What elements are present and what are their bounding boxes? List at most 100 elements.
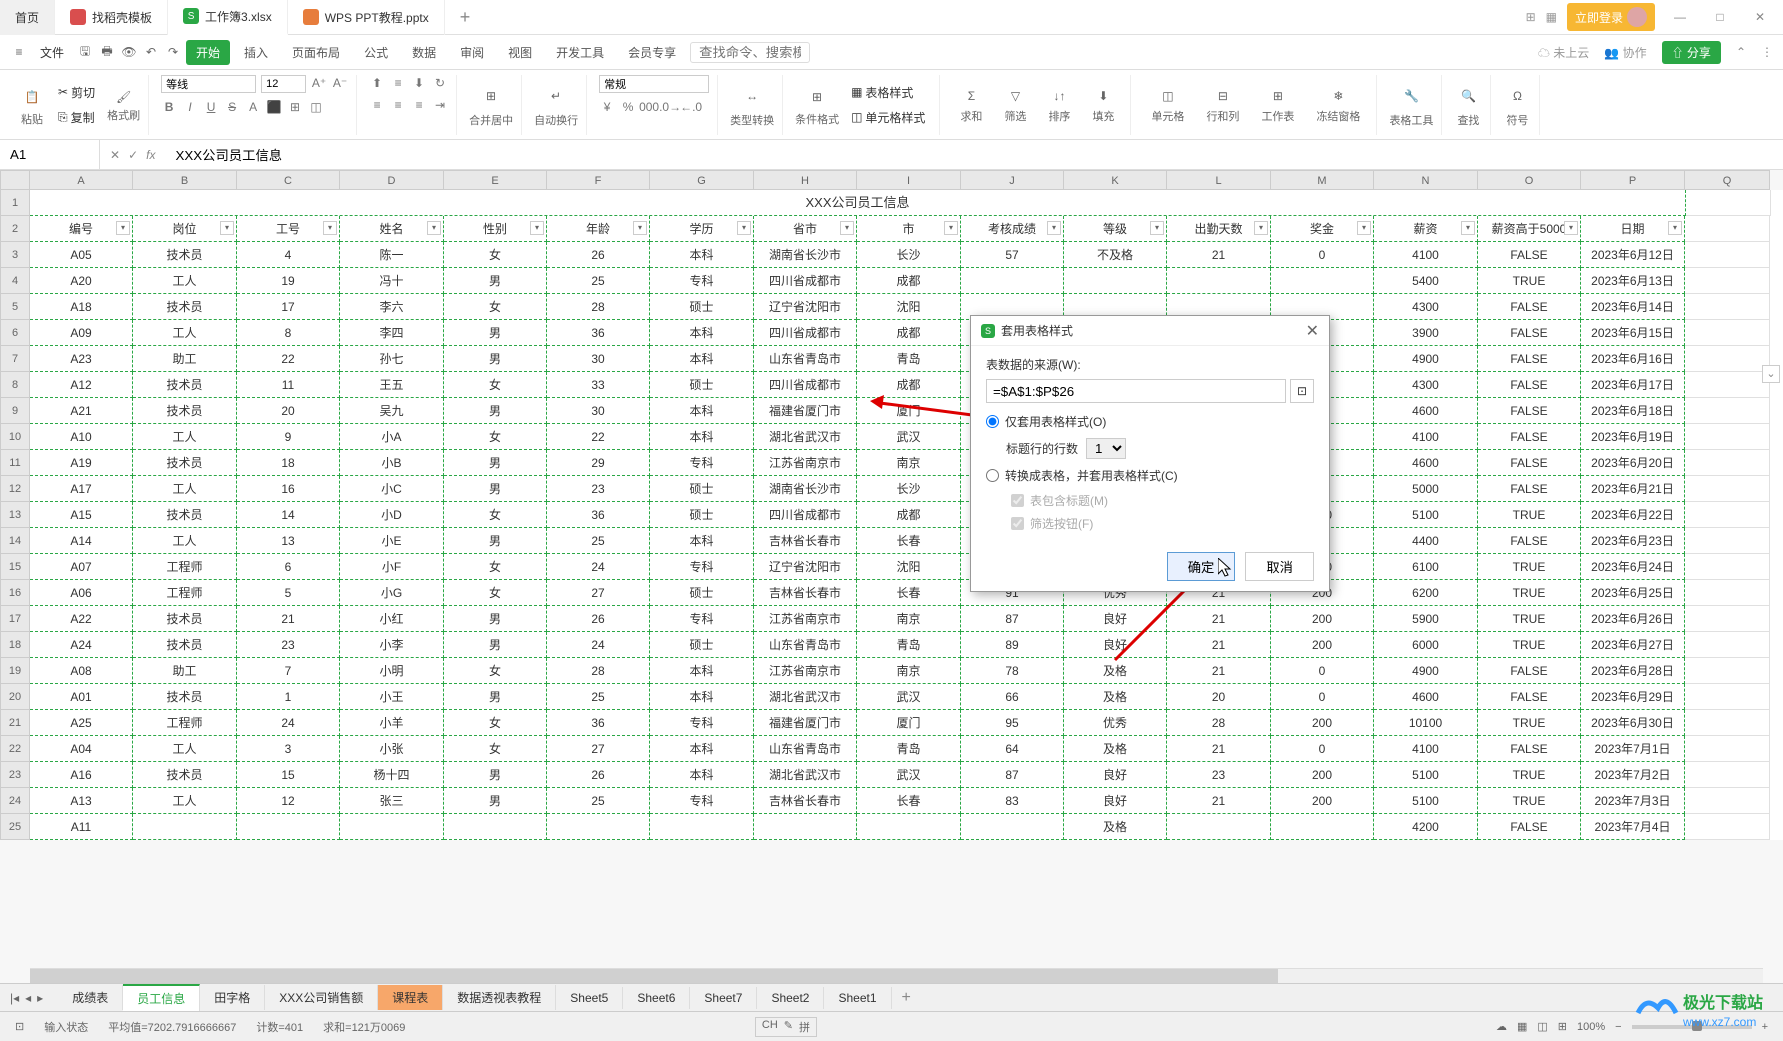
data-cell[interactable]: 2023年6月12日 [1581, 242, 1685, 268]
column-header[interactable]: M [1271, 170, 1374, 190]
menu-devtools[interactable]: 开发工具 [546, 40, 614, 65]
data-cell[interactable]: 男 [444, 788, 547, 814]
data-cell[interactable]: 专科 [650, 268, 754, 294]
new-tab-button[interactable]: + [445, 7, 486, 28]
align-center-icon[interactable]: ≡ [390, 97, 406, 113]
close-button[interactable]: ✕ [1745, 5, 1775, 30]
data-cell[interactable] [340, 814, 444, 840]
data-cell[interactable]: 2023年6月24日 [1581, 554, 1685, 580]
data-cell[interactable]: 福建省厦门市 [754, 398, 857, 424]
menu-formula[interactable]: 公式 [354, 40, 398, 65]
filter-icon[interactable]: ▽ [1005, 86, 1025, 106]
filter-dropdown-icon[interactable]: ▾ [944, 221, 958, 235]
data-cell[interactable]: 6 [237, 554, 340, 580]
menu-insert[interactable]: 插入 [234, 40, 278, 65]
data-cell[interactable]: TRUE [1478, 580, 1581, 606]
header-cell[interactable]: 日期▾ [1581, 216, 1685, 242]
row-header[interactable]: 15 [0, 554, 30, 580]
data-cell[interactable]: A18 [30, 294, 133, 320]
data-cell[interactable]: 女 [444, 372, 547, 398]
data-cell[interactable]: 南京 [857, 606, 961, 632]
data-cell[interactable]: 21 [237, 606, 340, 632]
data-cell[interactable]: 2023年6月26日 [1581, 606, 1685, 632]
fx-icon[interactable]: fx [146, 148, 155, 162]
filter-dropdown-icon[interactable]: ▾ [116, 221, 130, 235]
cell[interactable] [1685, 398, 1770, 424]
data-cell[interactable]: 2023年6月28日 [1581, 658, 1685, 684]
menu-data[interactable]: 数据 [402, 40, 446, 65]
data-cell[interactable]: 3900 [1374, 320, 1478, 346]
header-cell[interactable]: 市▾ [857, 216, 961, 242]
data-cell[interactable]: 工人 [133, 476, 237, 502]
data-cell[interactable]: 江苏省南京市 [754, 606, 857, 632]
data-cell[interactable]: TRUE [1478, 268, 1581, 294]
data-cell[interactable]: 助工 [133, 658, 237, 684]
data-cell[interactable]: 19 [237, 268, 340, 294]
horizontal-scrollbar[interactable] [30, 968, 1763, 983]
column-header[interactable]: D [340, 170, 444, 190]
data-cell[interactable]: 武汉 [857, 424, 961, 450]
data-cell[interactable]: 杨十四 [340, 762, 444, 788]
data-cell[interactable]: 26 [547, 606, 650, 632]
data-cell[interactable]: 本科 [650, 658, 754, 684]
sheet-tab[interactable]: 数据透视表教程 [443, 985, 556, 1010]
italic-icon[interactable]: I [182, 99, 198, 115]
data-cell[interactable]: FALSE [1478, 424, 1581, 450]
data-cell[interactable]: FALSE [1478, 736, 1581, 762]
data-cell[interactable]: 男 [444, 476, 547, 502]
data-cell[interactable]: A20 [30, 268, 133, 294]
data-cell[interactable]: 6000 [1374, 632, 1478, 658]
data-cell[interactable]: 湖南省长沙市 [754, 242, 857, 268]
more-icon[interactable]: ⋮ [1761, 45, 1773, 59]
data-cell[interactable]: 小D [340, 502, 444, 528]
data-cell[interactable]: A23 [30, 346, 133, 372]
data-cell[interactable]: A06 [30, 580, 133, 606]
data-cell[interactable]: 湖北省武汉市 [754, 762, 857, 788]
data-cell[interactable]: FALSE [1478, 814, 1581, 840]
data-cell[interactable]: 9 [237, 424, 340, 450]
data-cell[interactable]: 李四 [340, 320, 444, 346]
decrease-font-icon[interactable]: A⁻ [332, 75, 348, 91]
data-cell[interactable]: FALSE [1478, 658, 1581, 684]
data-cell[interactable]: 硕士 [650, 294, 754, 320]
rowcol-icon[interactable]: ⊟ [1213, 86, 1233, 106]
data-cell[interactable]: 5 [237, 580, 340, 606]
data-cell[interactable]: 200 [1271, 762, 1374, 788]
dec-decimal-icon[interactable]: ←.0 [683, 99, 699, 115]
row-header[interactable]: 12 [0, 476, 30, 502]
border-icon[interactable]: ⊞ [287, 99, 303, 115]
data-cell[interactable]: 5100 [1374, 502, 1478, 528]
row-header[interactable]: 24 [0, 788, 30, 814]
cell[interactable] [1685, 346, 1770, 372]
data-cell[interactable]: 本科 [650, 242, 754, 268]
data-cell[interactable]: 6100 [1374, 554, 1478, 580]
data-cell[interactable]: FALSE [1478, 294, 1581, 320]
fill-icon[interactable]: ⬇ [1093, 86, 1113, 106]
data-cell[interactable]: 4100 [1374, 424, 1478, 450]
column-header[interactable]: O [1478, 170, 1581, 190]
row-header[interactable]: 7 [0, 346, 30, 372]
data-cell[interactable]: 武汉 [857, 684, 961, 710]
data-cell[interactable]: A13 [30, 788, 133, 814]
data-cell[interactable]: 29 [547, 450, 650, 476]
preview-icon[interactable]: 👁 [120, 43, 138, 61]
data-cell[interactable]: 工人 [133, 528, 237, 554]
view-normal-icon[interactable]: ▦ [1517, 1020, 1527, 1033]
radio-style-only-input[interactable] [986, 415, 999, 428]
row-header[interactable]: 18 [0, 632, 30, 658]
data-cell[interactable]: 小羊 [340, 710, 444, 736]
header-cell[interactable]: 等级▾ [1064, 216, 1167, 242]
data-cell[interactable]: 8 [237, 320, 340, 346]
sheet-next-icon[interactable]: ▸ [37, 991, 43, 1005]
column-header[interactable]: C [237, 170, 340, 190]
data-cell[interactable]: 青岛 [857, 632, 961, 658]
data-cell[interactable]: A14 [30, 528, 133, 554]
column-header[interactable]: L [1167, 170, 1271, 190]
sheet-prev-icon[interactable]: ◂ [25, 991, 31, 1005]
data-cell[interactable]: 吴九 [340, 398, 444, 424]
filter-dropdown-icon[interactable]: ▾ [633, 221, 647, 235]
data-cell[interactable]: 成都 [857, 372, 961, 398]
row-header[interactable]: 5 [0, 294, 30, 320]
data-cell[interactable]: 6200 [1374, 580, 1478, 606]
orientation-icon[interactable]: ↻ [432, 75, 448, 91]
